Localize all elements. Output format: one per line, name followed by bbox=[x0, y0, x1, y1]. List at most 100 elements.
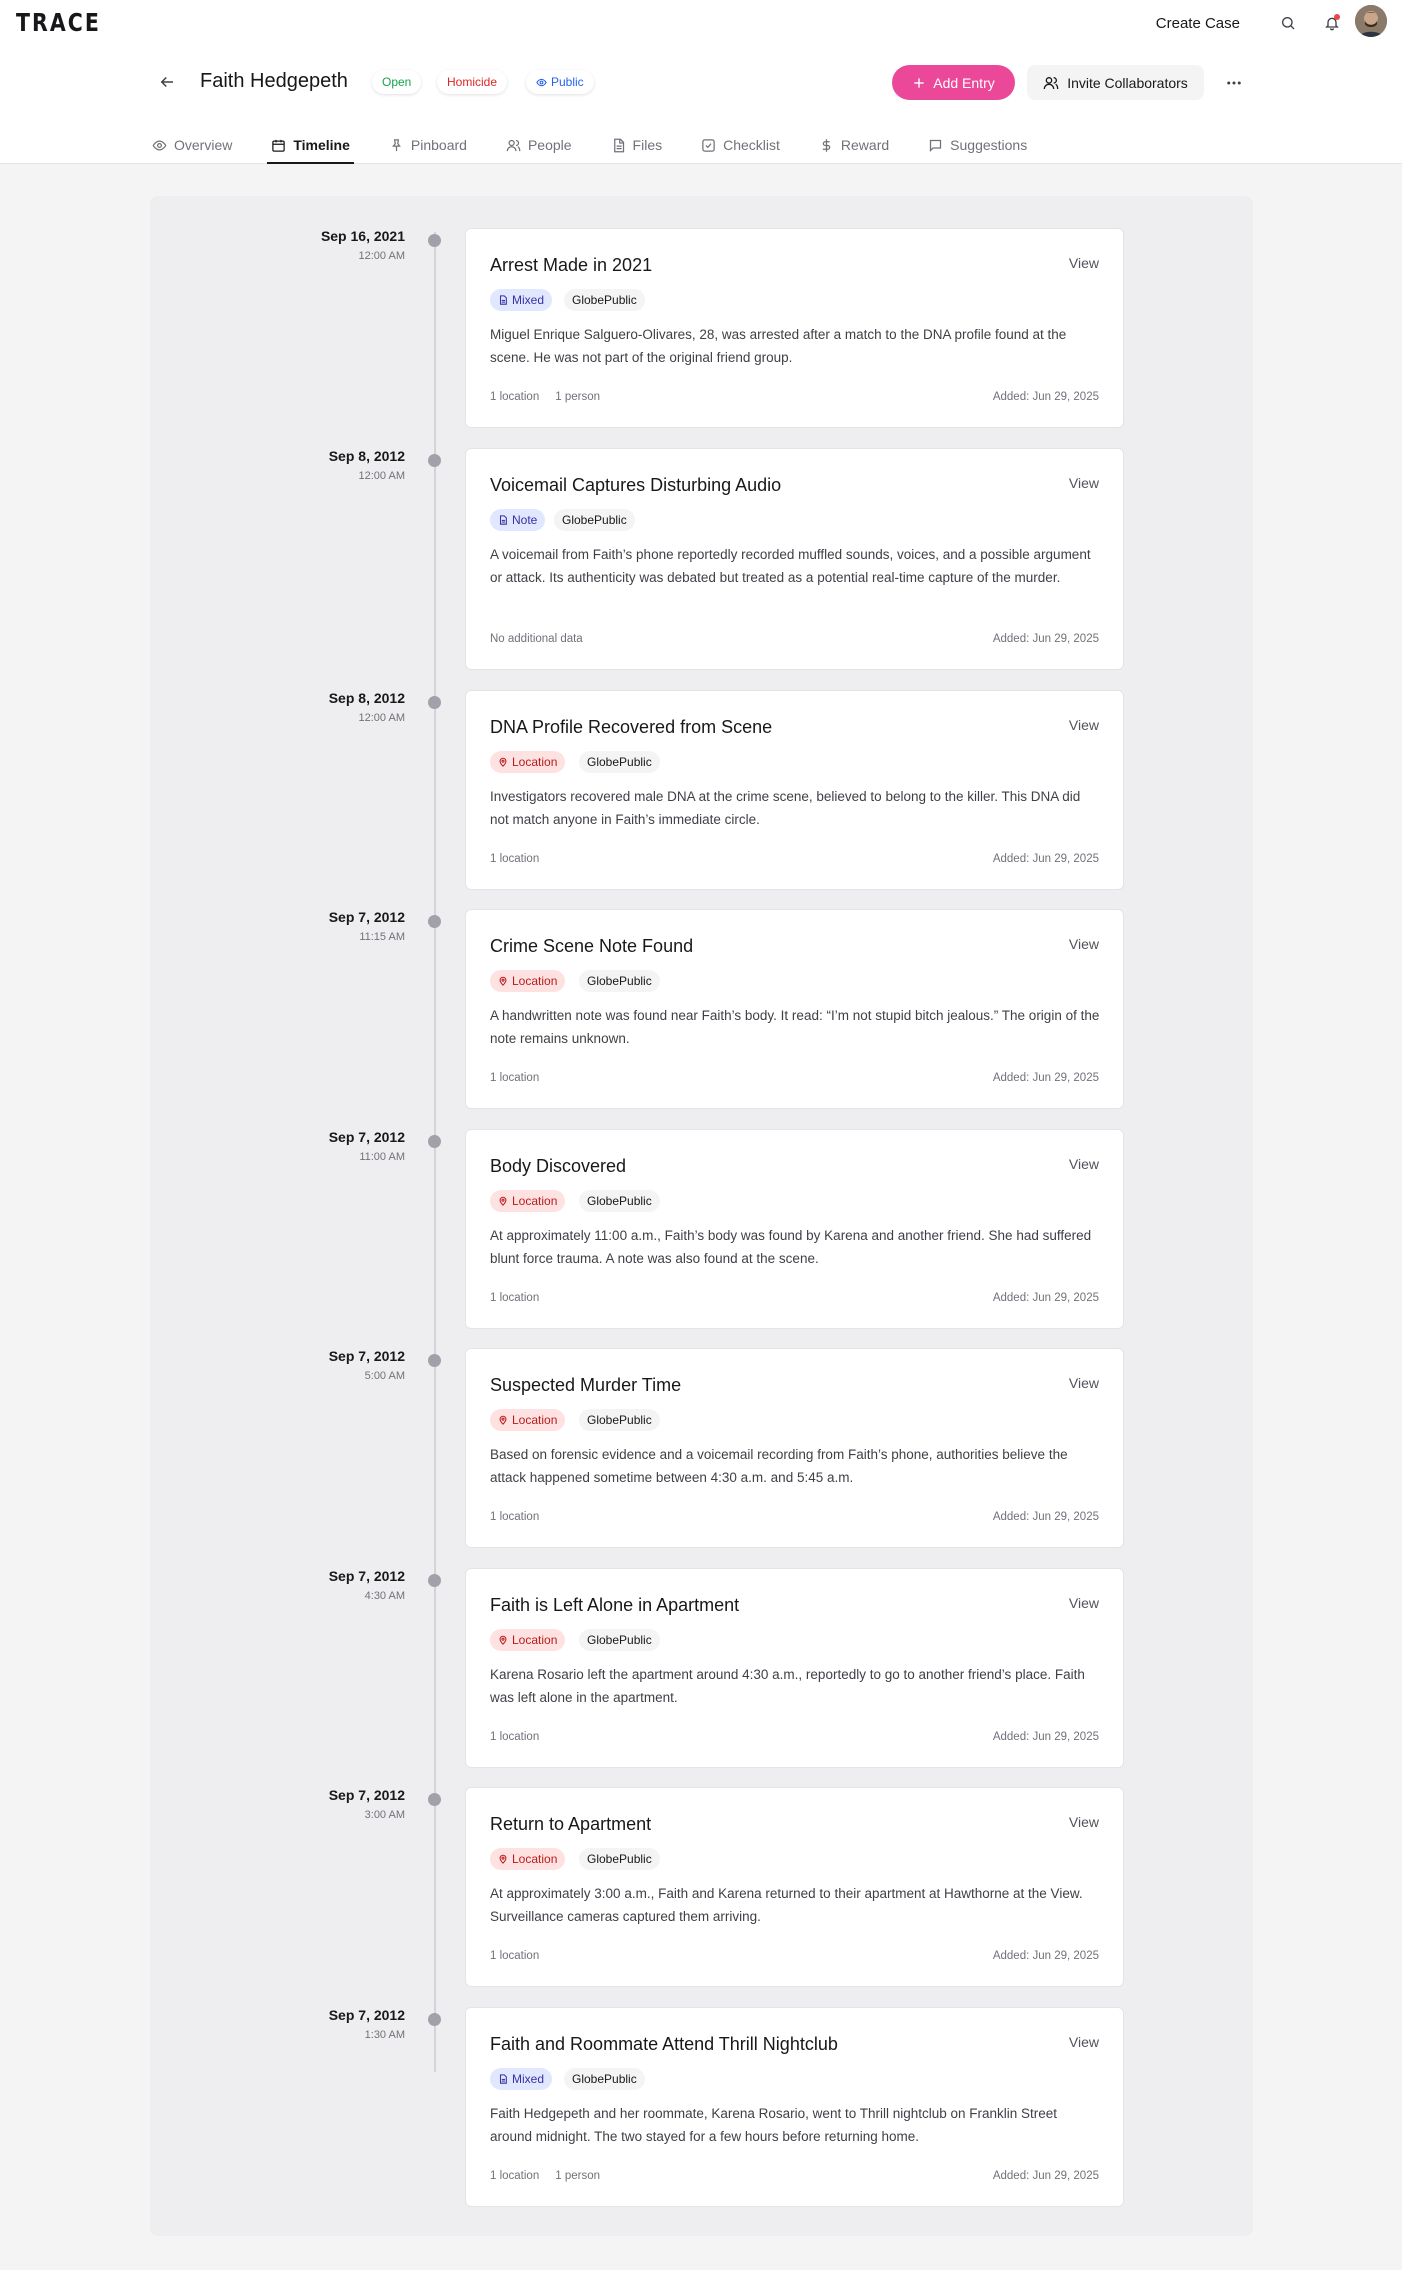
tab-files[interactable]: Files bbox=[611, 126, 662, 164]
timeline-dot bbox=[428, 2013, 441, 2026]
entry-type-label: Mixed bbox=[512, 293, 545, 307]
entry-time: 1:30 AM bbox=[364, 2029, 405, 2041]
entry-description: At approximately 3:00 a.m., Faith and Ka… bbox=[490, 1886, 1083, 1924]
entry-type-tag: Note bbox=[490, 509, 546, 531]
checklist-icon bbox=[702, 138, 715, 152]
notification-dot bbox=[1334, 14, 1340, 20]
view-entry-link[interactable]: View bbox=[1069, 1814, 1099, 1830]
view-entry-link[interactable]: View bbox=[1069, 475, 1099, 491]
entry-description: At approximately 11:00 a.m., Faith’s bod… bbox=[490, 1228, 1092, 1266]
entry-type-tag: Mixed bbox=[490, 289, 553, 311]
entry-title: Voicemail Captures Disturbing Audio bbox=[490, 475, 782, 495]
entry-date: Sep 7, 2012 bbox=[328, 1348, 405, 1364]
tab-timeline[interactable]: Timeline bbox=[267, 126, 354, 164]
view-entry-link[interactable]: View bbox=[1069, 255, 1099, 271]
entry-meta-item: 1 location bbox=[490, 1072, 540, 1084]
entry-visibility-label: GlobePublic bbox=[587, 1413, 652, 1427]
eye-icon bbox=[536, 78, 547, 86]
user-avatar[interactable] bbox=[1355, 5, 1387, 37]
entry-meta-item: 1 location bbox=[490, 1950, 540, 1962]
entry-visibility-tag: GlobePublic bbox=[579, 751, 660, 773]
add-entry-button[interactable]: Add Entry bbox=[892, 65, 1015, 100]
entry-date: Sep 16, 2021 bbox=[320, 228, 405, 244]
timeline-dot bbox=[428, 1354, 441, 1367]
view-entry-link[interactable]: View bbox=[1069, 936, 1099, 952]
create-case-link[interactable]: Create Case bbox=[1156, 15, 1240, 32]
view-entry-link[interactable]: View bbox=[1069, 2034, 1099, 2050]
entry-card[interactable]: DNA Profile Recovered from Scene View Loca… bbox=[465, 690, 1124, 890]
entry-card[interactable]: Arrest Made in 2021 View Mixed GlobePublic M… bbox=[465, 228, 1124, 428]
entry-time: 11:00 AM bbox=[359, 1151, 405, 1163]
people-icon bbox=[506, 139, 521, 151]
tab-suggestions[interactable]: Suggestions bbox=[928, 126, 1027, 164]
entry-visibility-tag: GlobePublic bbox=[554, 509, 635, 531]
back-arrow-icon[interactable] bbox=[155, 70, 179, 94]
overview-icon bbox=[152, 139, 167, 151]
entry-visibility-tag: GlobePublic bbox=[579, 1629, 660, 1651]
entry-visibility-label: GlobePublic bbox=[587, 974, 652, 988]
document-icon bbox=[499, 515, 507, 525]
entry-description: Based on forensic evidence and a voicema… bbox=[490, 1447, 1068, 1485]
entry-added-date: Added: Jun 29, 2025 bbox=[992, 633, 1099, 645]
app-logo[interactable]: TRACE bbox=[16, 8, 101, 37]
view-entry-link[interactable]: View bbox=[1069, 1375, 1099, 1391]
entry-type-label: Location bbox=[512, 755, 558, 769]
entry-card[interactable]: Suspected Murder Time View Location GlobePu… bbox=[465, 1348, 1124, 1548]
tab-reward[interactable]: Reward bbox=[819, 126, 889, 164]
entry-visibility-label: GlobePublic bbox=[587, 755, 652, 769]
view-entry-link[interactable]: View bbox=[1069, 717, 1099, 733]
search-icon[interactable] bbox=[1278, 13, 1298, 33]
map-pin-icon bbox=[499, 1415, 507, 1425]
entry-meta-item: 1 location bbox=[490, 1511, 540, 1523]
entry-card[interactable]: Crime Scene Note Found View Location GlobeP… bbox=[465, 909, 1124, 1109]
tab-checklist[interactable]: Checklist bbox=[701, 126, 780, 164]
entry-title: Crime Scene Note Found bbox=[490, 936, 694, 956]
entry-date: Sep 7, 2012 bbox=[328, 1787, 405, 1803]
entry-meta: 1 location bbox=[490, 1950, 555, 1962]
entry-card[interactable]: Faith and Roommate Attend Thrill Nightcl… bbox=[465, 2007, 1124, 2207]
entry-card[interactable]: Body Discovered View Location GlobePublic At… bbox=[465, 1129, 1124, 1329]
category-badge: Homicide bbox=[437, 70, 508, 94]
notification-bell-icon[interactable] bbox=[1322, 13, 1342, 33]
entry-meta: 1 location bbox=[490, 1292, 555, 1304]
more-options-icon[interactable] bbox=[1222, 71, 1246, 95]
tab-label: Reward bbox=[840, 137, 890, 153]
entry-type-label: Location bbox=[512, 1413, 558, 1427]
visibility-badge-label: Public bbox=[551, 75, 584, 89]
entry-visibility-label: GlobePublic bbox=[587, 1633, 652, 1647]
entry-title: DNA Profile Recovered from Scene bbox=[490, 717, 773, 737]
entry-visibility-tag: GlobePublic bbox=[579, 1409, 660, 1431]
entry-meta-item: 1 location bbox=[490, 1731, 540, 1743]
entry-type-tag: Location bbox=[490, 1629, 566, 1651]
tab-pinboard[interactable]: Pinboard bbox=[389, 126, 467, 164]
entry-added-date: Added: Jun 29, 2025 bbox=[992, 391, 1099, 403]
entry-card[interactable]: Return to Apartment View Location GlobePubl… bbox=[465, 1787, 1124, 1987]
view-entry-link[interactable]: View bbox=[1069, 1595, 1099, 1611]
timeline-dot bbox=[428, 1574, 441, 1587]
entry-date: Sep 7, 2012 bbox=[328, 909, 405, 925]
map-pin-icon bbox=[499, 1854, 507, 1864]
tab-overview[interactable]: Overview bbox=[152, 126, 232, 164]
entry-type-label: Location bbox=[512, 974, 558, 988]
entry-type-label: Location bbox=[512, 1194, 558, 1208]
entry-added-date: Added: Jun 29, 2025 bbox=[992, 853, 1099, 865]
invite-collaborators-button[interactable]: Invite Collaborators bbox=[1027, 65, 1204, 100]
entry-added-date: Added: Jun 29, 2025 bbox=[992, 1511, 1099, 1523]
entry-card[interactable]: Faith is Left Alone in Apartment View Loca… bbox=[465, 1568, 1124, 1768]
entry-date: Sep 7, 2012 bbox=[328, 2007, 405, 2023]
entry-type-tag: Location bbox=[490, 970, 566, 992]
entry-description: Miguel Enrique Salguero-Olivares, 28, wa… bbox=[490, 327, 1067, 365]
entry-meta: 1 location bbox=[490, 853, 555, 865]
entry-card[interactable]: Voicemail Captures Disturbing Audio View N… bbox=[465, 448, 1124, 670]
entry-type-label: Mixed bbox=[512, 2072, 545, 2086]
tab-label: Checklist bbox=[723, 137, 780, 153]
timeline-dot bbox=[428, 234, 441, 247]
users-icon bbox=[1043, 76, 1059, 89]
view-entry-link[interactable]: View bbox=[1069, 1156, 1099, 1172]
entry-visibility-tag: GlobePublic bbox=[579, 970, 660, 992]
entry-time: 12:00 AM bbox=[358, 712, 405, 724]
entry-description: Investigators recovered male DNA at the … bbox=[490, 789, 1081, 827]
tab-people[interactable]: People bbox=[506, 126, 572, 164]
entry-meta-item: 1 person bbox=[555, 2170, 600, 2182]
entry-meta: 1 location 1 person bbox=[490, 391, 616, 403]
